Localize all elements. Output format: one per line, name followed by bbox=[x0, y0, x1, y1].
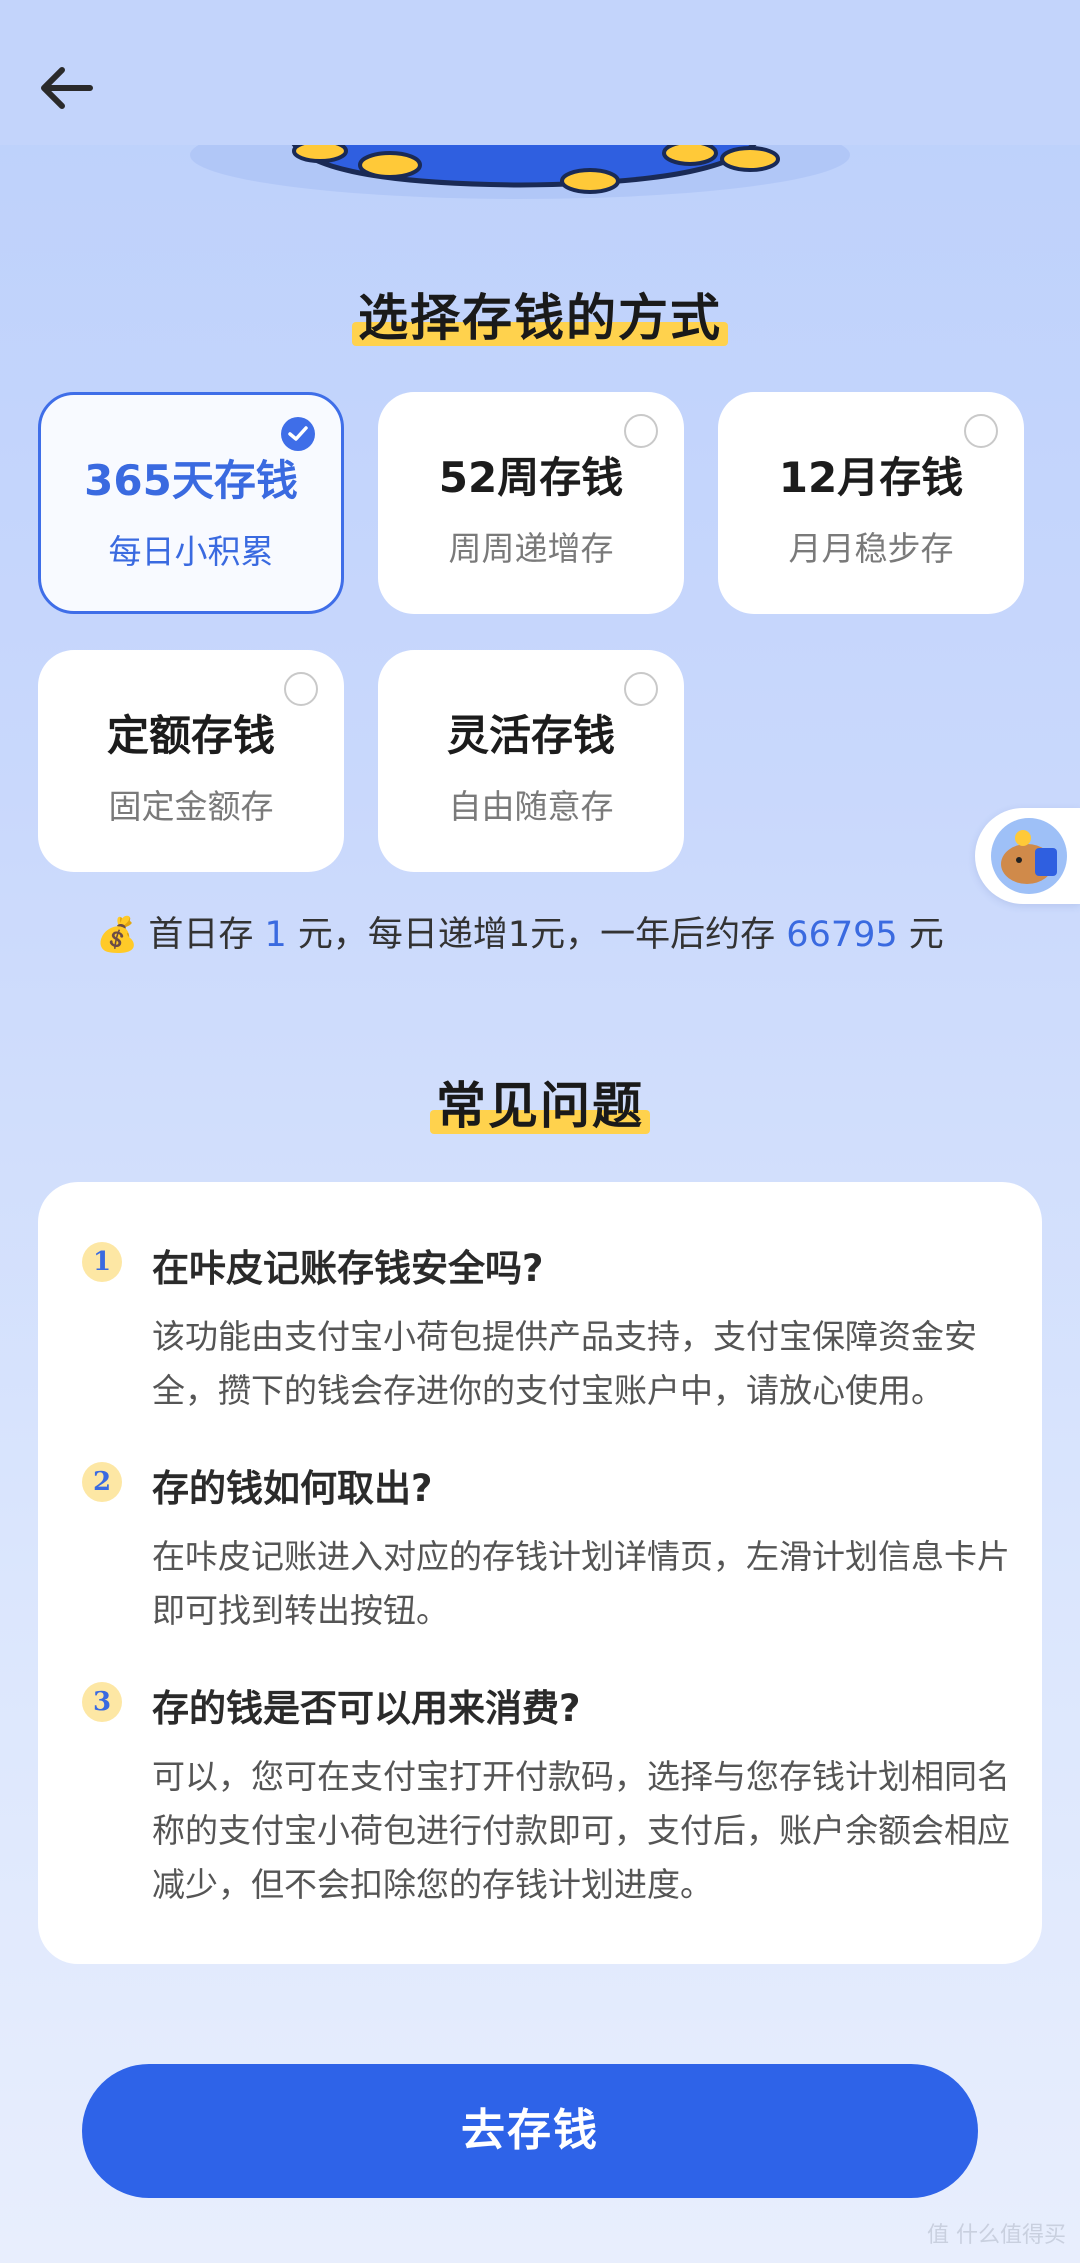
section-title-method: 选择存钱的方式 bbox=[0, 278, 1080, 350]
savings-summary: 💰 首日存 1 元，每日递增1元，一年后约存 66795 元 bbox=[96, 915, 944, 955]
first-day-amount: 1 bbox=[264, 915, 287, 955]
radio-icon bbox=[624, 672, 658, 706]
option-subtitle: 月月稳步存 bbox=[788, 529, 954, 568]
header bbox=[0, 0, 1080, 145]
radio-icon bbox=[624, 414, 658, 448]
option-card-12-months[interactable]: 12月存钱 月月稳步存 bbox=[718, 392, 1024, 614]
faq-answer: 在咔皮记账进入对应的存钱计划详情页，左滑计划信息卡片即可找到转出按钮。 bbox=[152, 1537, 1010, 1630]
faq-answer: 该功能由支付宝小荷包提供产品支持，支付宝保障资金安全，攒下的钱会存进你的支付宝账… bbox=[152, 1317, 977, 1410]
option-card-flexible[interactable]: 灵活存钱 自由随意存 bbox=[378, 650, 684, 872]
start-saving-button[interactable]: 去存钱 bbox=[82, 2064, 978, 2198]
faq-number-badge: 2 bbox=[82, 1462, 122, 1502]
option-subtitle: 自由随意存 bbox=[448, 787, 614, 826]
money-bag-icon: 💰 bbox=[96, 915, 139, 955]
option-subtitle: 固定金额存 bbox=[108, 787, 274, 826]
radio-icon bbox=[964, 414, 998, 448]
faq-answer: 可以，您可在支付宝打开付款码，选择与您存钱计划相同名称的支付宝小荷包进行付款即可… bbox=[152, 1757, 1010, 1904]
piggy-bank-illustration bbox=[0, 145, 1080, 205]
faq-question: 存的钱如何取出? bbox=[152, 1467, 433, 1510]
faq-card: 1 在咔皮记账存钱安全吗? 该功能由支付宝小荷包提供产品支持，支付宝保障资金安全… bbox=[38, 1182, 1042, 1964]
back-arrow-icon[interactable] bbox=[34, 58, 106, 118]
faq-number-badge: 1 bbox=[82, 1242, 122, 1282]
option-card-52-weeks[interactable]: 52周存钱 周周递增存 bbox=[378, 392, 684, 614]
radio-icon bbox=[284, 672, 318, 706]
faq-question: 存的钱是否可以用来消费? bbox=[152, 1687, 581, 1730]
faq-number-badge: 3 bbox=[82, 1682, 122, 1722]
option-title: 灵活存钱 bbox=[446, 711, 615, 760]
floating-assistant-button[interactable] bbox=[975, 808, 1080, 904]
option-title: 定额存钱 bbox=[106, 711, 275, 760]
option-subtitle: 每日小积累 bbox=[108, 532, 274, 571]
option-card-365-days[interactable]: 365天存钱 每日小积累 bbox=[38, 392, 344, 614]
checkmark-icon bbox=[281, 417, 315, 451]
faq-question: 在咔皮记账存钱安全吗? bbox=[152, 1247, 544, 1290]
total-amount: 66795 bbox=[786, 915, 898, 955]
option-subtitle: 周周递增存 bbox=[448, 529, 614, 568]
option-title: 12月存钱 bbox=[778, 453, 964, 502]
option-card-fixed-amount[interactable]: 定额存钱 固定金额存 bbox=[38, 650, 344, 872]
option-title: 52周存钱 bbox=[438, 453, 624, 502]
option-title: 365天存钱 bbox=[84, 456, 298, 505]
capybara-avatar-icon bbox=[991, 818, 1067, 894]
watermark: 值 什么值得买 bbox=[927, 2223, 1066, 2248]
section-title-faq: 常见问题 bbox=[0, 1066, 1080, 1138]
